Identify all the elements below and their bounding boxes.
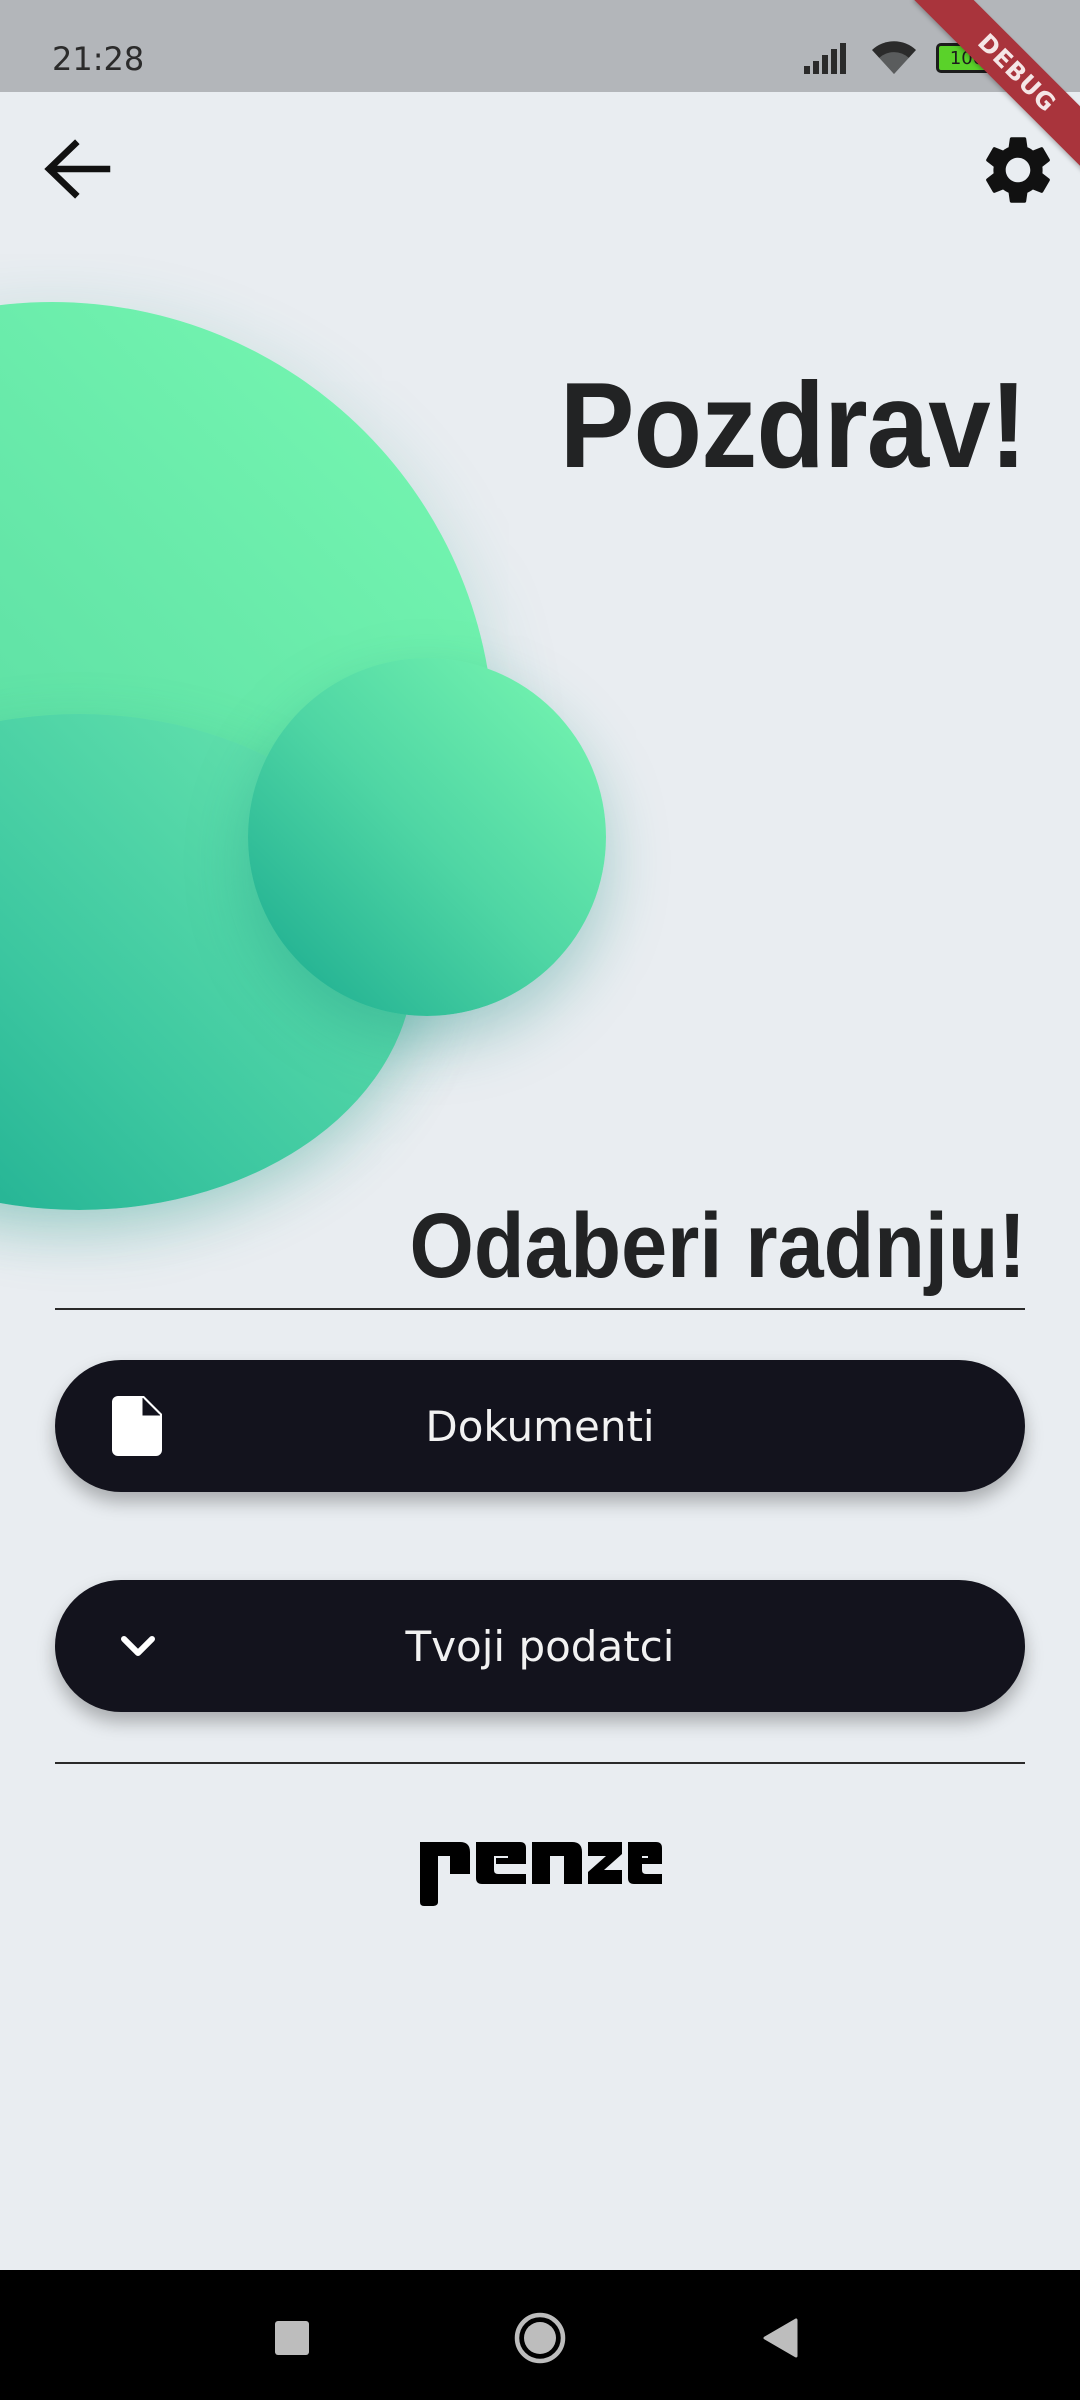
penze-logo <box>420 1842 662 1906</box>
gear-icon <box>986 137 1050 203</box>
your-data-button[interactable]: Tvoji podatci <box>55 1580 1025 1712</box>
document-icon <box>105 1393 171 1459</box>
recents-button[interactable] <box>264 2310 320 2366</box>
decor-circle-small <box>248 658 606 1016</box>
greeting-title: Pozdrav! <box>559 357 1027 493</box>
choose-action-title: Odaberi radnju! <box>409 1195 1026 1297</box>
system-back-button[interactable] <box>752 2310 808 2366</box>
status-bar: 21:28 100 <box>0 0 1080 92</box>
divider <box>55 1762 1025 1764</box>
signal-icon <box>804 43 846 74</box>
system-nav-bar <box>0 2270 1080 2400</box>
home-button[interactable] <box>510 2308 570 2368</box>
back-button[interactable] <box>36 124 116 214</box>
documents-button-label: Dokumenti <box>425 1401 655 1451</box>
documents-button[interactable]: Dokumenti <box>55 1360 1025 1492</box>
wifi-icon <box>872 41 916 74</box>
back-triangle-icon <box>763 2318 798 2358</box>
screen: 21:28 100 DEBUG Pozdrav! Odaberi radnju!… <box>0 0 1080 2400</box>
home-icon <box>514 2312 566 2364</box>
divider <box>55 1308 1025 1310</box>
arrow-back-icon <box>44 139 111 199</box>
recents-icon <box>275 2321 309 2355</box>
your-data-button-label: Tvoji podatci <box>405 1621 675 1671</box>
status-time: 21:28 <box>52 40 145 78</box>
chevron-down-icon <box>105 1613 171 1679</box>
